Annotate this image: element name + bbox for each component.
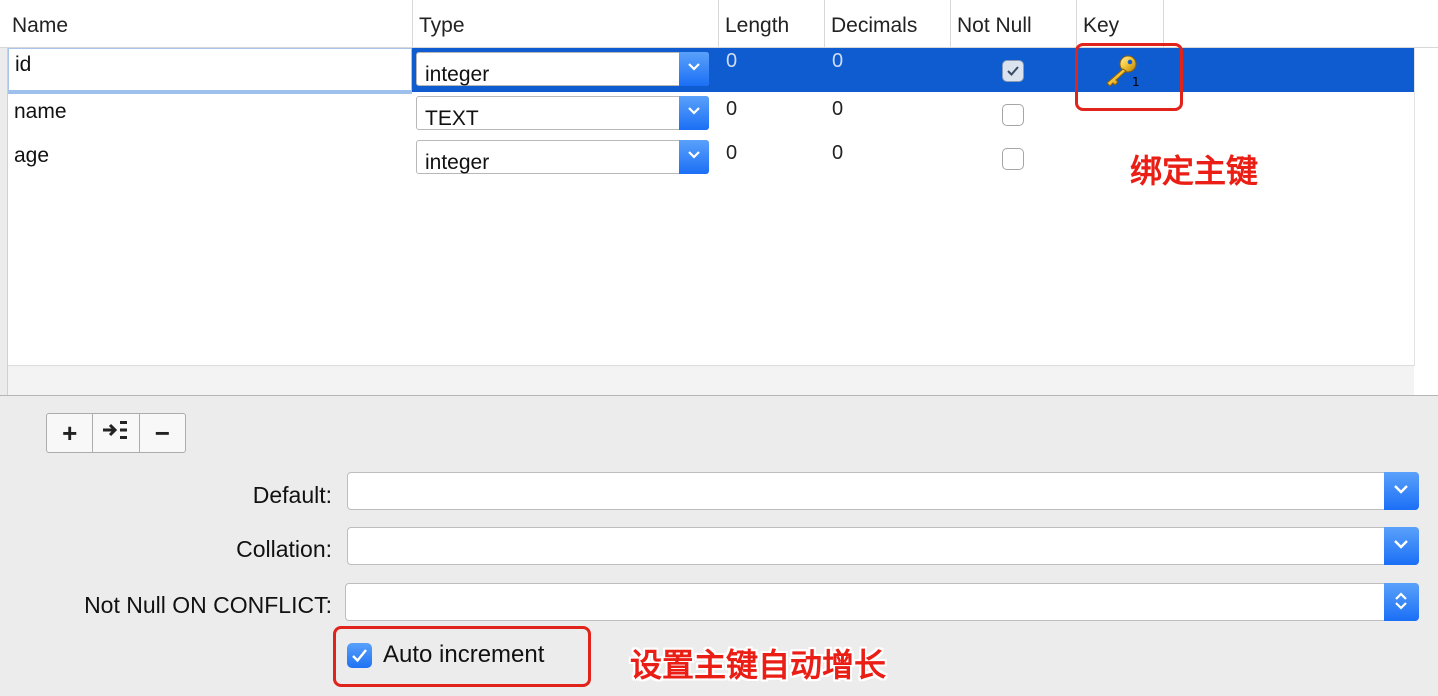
field-type-value: TEXT	[425, 107, 479, 130]
remove-field-button[interactable]: −	[140, 414, 185, 452]
chevron-down-icon[interactable]	[1384, 527, 1419, 565]
default-label: Default:	[252, 482, 332, 508]
not-null-checkbox[interactable]	[1002, 148, 1024, 170]
column-header-key[interactable]: Key	[1077, 0, 1164, 47]
column-header-decimals[interactable]: Decimals	[825, 0, 951, 47]
chevron-down-icon[interactable]	[1384, 472, 1419, 510]
field-decimals[interactable]: 0	[832, 142, 843, 165]
insert-field-button[interactable]	[93, 414, 140, 452]
auto-increment-highlight-box	[333, 626, 591, 687]
field-type-value: integer	[425, 151, 490, 174]
chevron-down-icon[interactable]	[679, 140, 709, 174]
field-length[interactable]: 0	[726, 98, 737, 121]
field-decimals[interactable]: 0	[832, 50, 843, 73]
field-toolbar: + −	[46, 413, 186, 453]
not-null-conflict-label: Not Null ON CONFLICT:	[84, 592, 332, 618]
column-header-length[interactable]: Length	[719, 0, 825, 47]
field-length[interactable]: 0	[726, 142, 737, 165]
insert-row-icon	[101, 418, 131, 449]
not-null-checkbox[interactable]	[1002, 60, 1024, 82]
auto-increment-annotation: 设置主键自动增长	[630, 647, 887, 683]
checkmark-icon	[1007, 66, 1019, 76]
column-header-type[interactable]: Type	[413, 0, 719, 47]
field-type-value: integer	[425, 63, 490, 86]
field-name[interactable]: age	[14, 144, 49, 168]
table-header: Name Type Length Decimals Not Null Key	[0, 0, 1438, 48]
column-header-name[interactable]: Name	[0, 0, 413, 47]
field-type-select[interactable]: integer	[416, 52, 709, 86]
field-name-input[interactable]: id	[8, 48, 412, 94]
chevron-down-icon[interactable]	[679, 96, 709, 130]
chevron-down-icon[interactable]	[679, 52, 709, 86]
column-header-not-null[interactable]: Not Null	[951, 0, 1077, 47]
horizontal-scroll-track[interactable]	[8, 365, 1414, 395]
left-gutter	[0, 0, 8, 395]
table-row[interactable]: name TEXT 0 0	[8, 92, 1414, 136]
up-down-chevron-icon[interactable]	[1384, 583, 1419, 621]
not-null-checkbox[interactable]	[1002, 104, 1024, 126]
collation-combobox[interactable]	[347, 527, 1419, 565]
field-decimals[interactable]: 0	[832, 98, 843, 121]
fields-table: Name Type Length Decimals Not Null Key i…	[0, 0, 1438, 396]
field-length[interactable]: 0	[726, 50, 737, 73]
field-name[interactable]: name	[14, 100, 67, 124]
vertical-scroll-track[interactable]	[1414, 48, 1438, 366]
collation-label: Collation:	[236, 536, 332, 562]
key-highlight-box	[1075, 43, 1183, 111]
field-type-select[interactable]: TEXT	[416, 96, 709, 130]
field-type-select[interactable]: integer	[416, 140, 709, 174]
default-combobox[interactable]	[347, 472, 1419, 510]
key-annotation: 绑定主键	[1130, 153, 1259, 189]
add-field-button[interactable]: +	[47, 414, 94, 452]
table-row[interactable]: id integer 0 0 1	[8, 48, 1414, 94]
not-null-conflict-select[interactable]	[345, 583, 1419, 621]
